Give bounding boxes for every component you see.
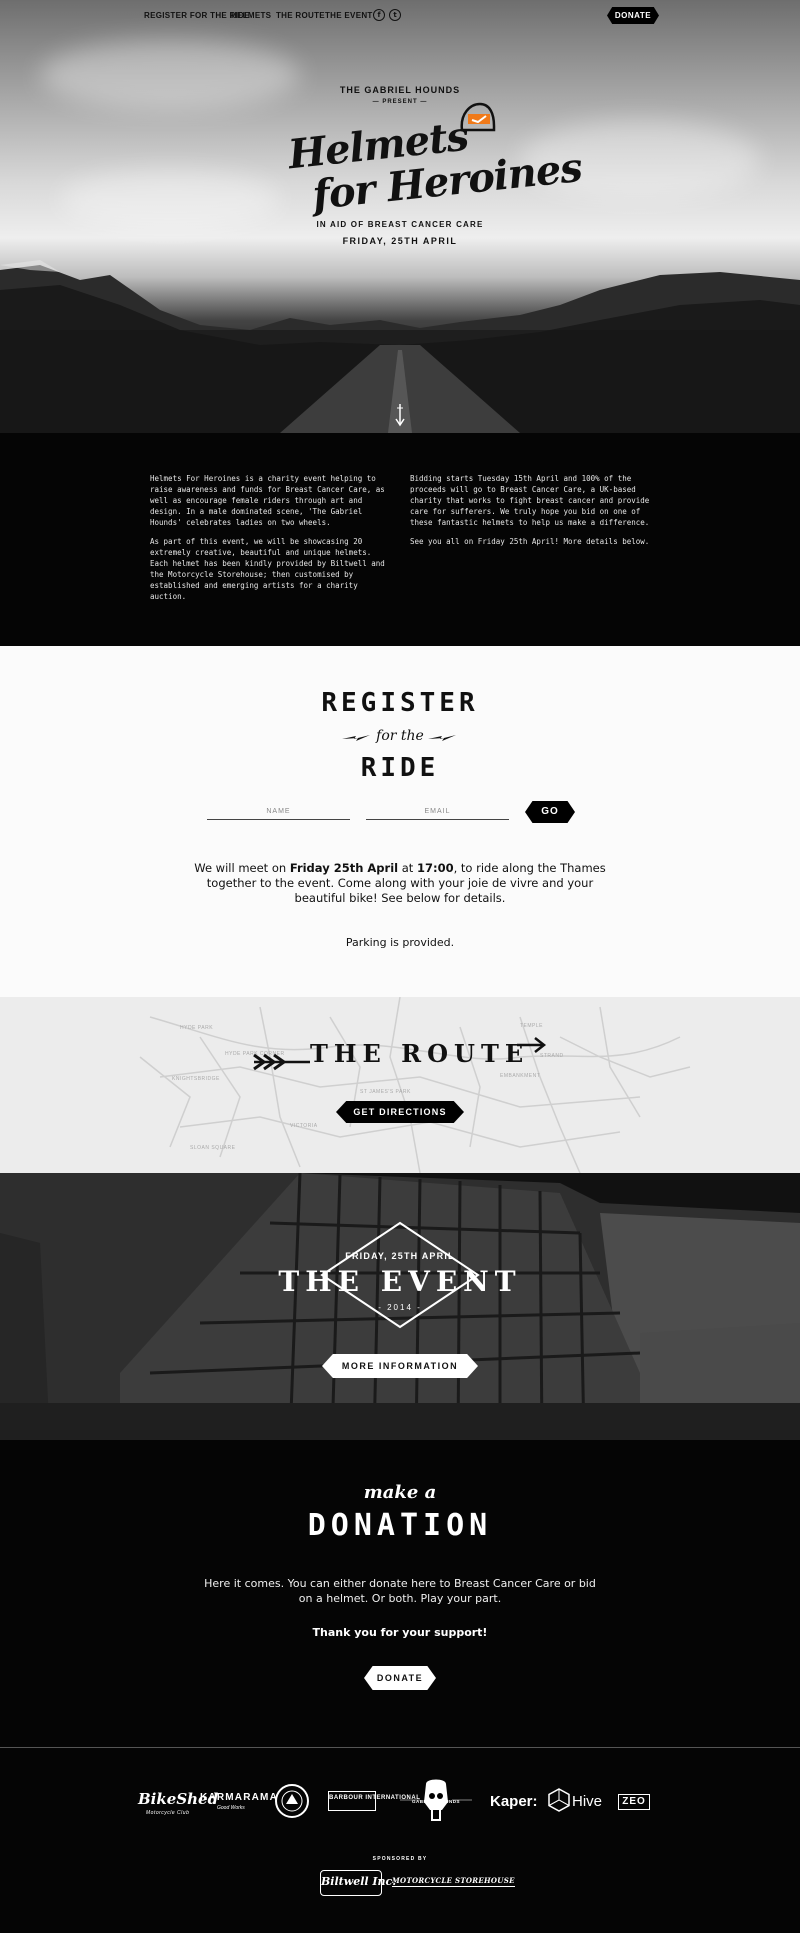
motorcycle-storehouse-logo[interactable]: MOTORCYCLE STOREHOUSE xyxy=(392,1876,515,1887)
hive-hexagon-icon xyxy=(548,1788,570,1812)
round-badge-logo[interactable] xyxy=(275,1784,309,1818)
footer: BikeShed Motorcycle Club KARMARAMA Good … xyxy=(0,1747,800,1933)
map-label: ST JAMES'S PARK xyxy=(360,1089,411,1095)
parking-note: Parking is provided. xyxy=(345,936,455,949)
register-text-at: at xyxy=(398,861,417,875)
karmarama-logo[interactable]: KARMARAMA xyxy=(200,1792,278,1803)
nav-event[interactable]: THE EVENT xyxy=(325,11,373,20)
register-time: 17:00 xyxy=(416,861,454,875)
nav-donate-button[interactable]: DONATE xyxy=(607,7,659,24)
lightning-icon xyxy=(428,735,456,741)
donation-section: make a DONATION Here it comes. You can e… xyxy=(0,1440,800,1747)
register-title-mid: for the xyxy=(376,728,424,744)
map-label: KNIGHTSBRIDGE xyxy=(172,1076,220,1082)
double-arrow-icon xyxy=(253,1053,310,1071)
email-field[interactable]: EMAIL xyxy=(366,806,509,820)
donation-make-a: make a xyxy=(363,1482,437,1503)
biltwell-logo[interactable]: Biltwell Inc. xyxy=(320,1870,396,1896)
register-section: REGISTER for the RIDE NAME EMAIL GO We w… xyxy=(0,646,800,997)
facebook-icon[interactable]: f xyxy=(373,9,385,21)
map-label: TEMPLE xyxy=(520,1023,543,1029)
hero-aid-text: IN AID OF BREAST CANCER CARE xyxy=(316,220,484,229)
gabriel-logo-text: GABRIEL HOUNDS xyxy=(412,1799,460,1804)
intro-paragraph: Bidding starts Tuesday 15th April and 10… xyxy=(410,474,650,527)
more-information-button[interactable]: MORE INFORMATION xyxy=(322,1354,478,1378)
intro-paragraph: As part of this event, we will be showca… xyxy=(150,537,385,601)
donation-title: DONATION xyxy=(307,1508,493,1543)
map-label: EMBANKMENT xyxy=(500,1073,540,1079)
route-title: THE ROUTE xyxy=(310,1039,530,1068)
top-nav: REGISTER FOR THE RIDE HELMETS THE ROUTE … xyxy=(0,0,800,32)
map-label: VICTORIA xyxy=(290,1123,318,1129)
helmet-icon xyxy=(460,102,496,132)
route-map: HYDE PARK HYDE PARK CORNER KNIGHTSBRIDGE… xyxy=(139,997,691,1173)
kaper-logo[interactable]: Kaper: xyxy=(490,1793,538,1810)
scroll-down-icon[interactable] xyxy=(394,402,406,428)
map-label: SLOAN SQUARE xyxy=(190,1145,236,1151)
nav-helmets[interactable]: HELMETS xyxy=(231,11,271,20)
name-field[interactable]: NAME xyxy=(207,806,350,820)
event-date: FRIDAY, 25TH APRIL xyxy=(345,1251,455,1261)
twitter-icon[interactable]: t xyxy=(389,9,401,21)
donation-thanks: Thank you for your support! xyxy=(312,1626,488,1639)
hero-date: FRIDAY, 25TH APRIL xyxy=(342,236,458,246)
intro-left-column: Helmets For Heroines is a charity event … xyxy=(150,473,390,610)
donation-text: Here it comes. You can either donate her… xyxy=(204,1577,596,1605)
register-title-bottom: RIDE xyxy=(360,753,440,783)
get-directions-button[interactable]: GET DIRECTIONS xyxy=(336,1101,464,1123)
gabriel-hounds-logo[interactable]: GABRIEL HOUNDS xyxy=(398,1776,474,1826)
hero-presenter: THE GABRIEL HOUNDS xyxy=(339,85,461,95)
hero-section: REGISTER FOR THE RIDE HELMETS THE ROUTE … xyxy=(0,0,800,433)
sponsored-by-label: SPONSORED BY xyxy=(372,1856,428,1862)
intro-section: Helmets For Heroines is a charity event … xyxy=(0,433,800,646)
register-title-top: REGISTER xyxy=(321,688,479,718)
event-title: THE EVENT xyxy=(278,1265,522,1298)
register-date: Friday 25th April xyxy=(289,861,399,875)
donate-button[interactable]: DONATE xyxy=(364,1666,436,1690)
intro-right-column: Bidding starts Tuesday 15th April and 10… xyxy=(410,473,650,555)
register-description: We will meet on Friday 25th April at 17:… xyxy=(190,861,610,906)
zeo-logo[interactable]: ZEO xyxy=(618,1794,650,1810)
event-section: FRIDAY, 25TH APRIL THE EVENT - 2014 - MO… xyxy=(0,1173,800,1440)
badge-icon xyxy=(281,1790,303,1812)
barbour-logo[interactable]: BARBOUR INTERNATIONAL xyxy=(328,1791,420,1811)
nav-route[interactable]: THE ROUTE xyxy=(276,11,325,20)
go-button[interactable]: GO xyxy=(525,801,575,823)
register-text-pre: We will meet on xyxy=(194,861,290,875)
arrow-right-icon xyxy=(517,1037,547,1053)
hero-present: — PRESENT — xyxy=(372,99,428,105)
event-year: - 2014 - xyxy=(378,1303,422,1312)
route-section: HYDE PARK HYDE PARK CORNER KNIGHTSBRIDGE… xyxy=(0,997,800,1173)
intro-paragraph: See you all on Friday 25th April! More d… xyxy=(410,537,650,546)
intro-paragraph: Helmets For Heroines is a charity event … xyxy=(150,474,385,527)
hive-logo[interactable]: Hive xyxy=(572,1793,602,1810)
karmarama-logo-sub: Good Works xyxy=(217,1805,245,1811)
map-label: HYDE PARK xyxy=(180,1025,213,1031)
bikeshed-logo-sub: Motorcycle Club xyxy=(146,1810,190,1816)
